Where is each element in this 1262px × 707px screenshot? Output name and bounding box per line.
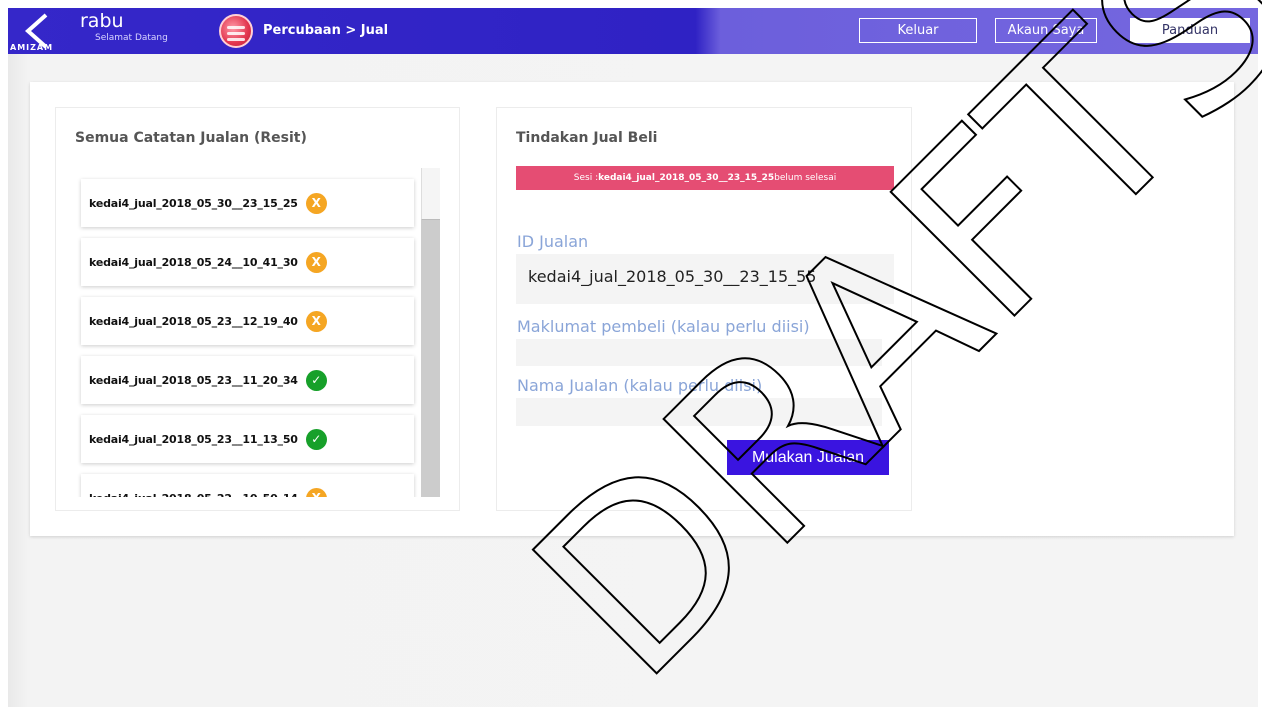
receipt-item[interactable]: kedai4_jual_2018_05_23__11_13_50 ✓ bbox=[81, 415, 414, 463]
breadcrumb: Percubaan > Jual bbox=[263, 23, 389, 38]
sale-id-value: kedai4_jual_2018_05_30__23_15_55 bbox=[528, 267, 817, 286]
receipt-item[interactable]: kedai4_jual_2018_05_23__12_19_40 X bbox=[81, 297, 414, 345]
session-banner-prefix: Sesi : bbox=[573, 173, 599, 183]
receipt-item[interactable]: kedai4_jual_2018_05_30__23_15_25 X bbox=[81, 179, 414, 227]
sale-name-label: Nama Jualan (kalau perlu diisi) bbox=[517, 376, 763, 395]
sales-action-panel: Tindakan Jual Beli Sesi : kedai4_jual_20… bbox=[496, 107, 912, 511]
session-warning-banner: Sesi : kedai4_jual_2018_05_30__23_15_25 … bbox=[516, 166, 894, 190]
sale-id-field: kedai4_jual_2018_05_30__23_15_55 bbox=[516, 254, 894, 304]
buyer-info-input[interactable] bbox=[516, 339, 882, 366]
check-status-icon: ✓ bbox=[305, 428, 327, 450]
scrollbar-thumb[interactable] bbox=[421, 168, 440, 220]
receipt-id: kedai4_jual_2018_05_30__23_15_25 bbox=[89, 196, 298, 210]
receipt-item[interactable]: kedai4_jual_2018_05_23__11_20_34 ✓ bbox=[81, 356, 414, 404]
pending-status-icon: X bbox=[305, 310, 327, 332]
receipt-item[interactable]: kedai4_jual_2018_05_22__10_50_14 X bbox=[81, 474, 414, 497]
receipt-id: kedai4_jual_2018_05_23__12_19_40 bbox=[89, 314, 298, 328]
logout-button[interactable]: Keluar bbox=[859, 18, 977, 43]
session-banner-id: kedai4_jual_2018_05_30__23_15_25 bbox=[598, 173, 775, 183]
page-background: AMIZAM rabu Selamat Datang Percubaan > J… bbox=[8, 8, 1258, 707]
guide-button[interactable]: Panduan bbox=[1130, 18, 1250, 43]
app-name: rabu bbox=[80, 10, 124, 32]
sales-action-title: Tindakan Jual Beli bbox=[516, 130, 658, 146]
receipt-id: kedai4_jual_2018_05_22__10_50_14 bbox=[89, 492, 298, 498]
top-navbar: AMIZAM rabu Selamat Datang Percubaan > J… bbox=[8, 8, 1258, 54]
buyer-info-label: Maklumat pembeli (kalau perlu diisi) bbox=[517, 317, 810, 336]
receipt-id: kedai4_jual_2018_05_23__11_20_34 bbox=[89, 373, 298, 387]
main-card: Semua Catatan Jualan (Resit) kedai4_jual… bbox=[30, 82, 1234, 536]
check-status-icon: ✓ bbox=[305, 369, 327, 391]
sale-id-label: ID Jualan bbox=[517, 232, 589, 251]
receipt-id: kedai4_jual_2018_05_24__10_41_30 bbox=[89, 255, 298, 269]
sale-name-input[interactable] bbox=[516, 398, 882, 426]
logo-text: AMIZAM bbox=[10, 43, 54, 52]
pending-status-icon: X bbox=[305, 192, 327, 214]
receipt-item[interactable]: kedai4_jual_2018_05_24__10_41_30 X bbox=[81, 238, 414, 286]
pending-status-icon: X bbox=[305, 487, 327, 497]
receipt-list: kedai4_jual_2018_05_30__23_15_25 X kedai… bbox=[75, 168, 440, 497]
start-sale-button[interactable]: Mulakan Jualan bbox=[727, 440, 889, 475]
pending-status-icon: X bbox=[305, 251, 327, 273]
receipt-id: kedai4_jual_2018_05_23__11_13_50 bbox=[89, 432, 298, 446]
receipts-panel: Semua Catatan Jualan (Resit) kedai4_jual… bbox=[55, 107, 460, 511]
receipts-panel-title: Semua Catatan Jualan (Resit) bbox=[75, 130, 307, 146]
session-banner-suffix: belum selesai bbox=[774, 173, 837, 183]
account-button[interactable]: Akaun Saya bbox=[995, 18, 1097, 43]
flag-icon bbox=[219, 14, 253, 48]
app-subtitle: Selamat Datang bbox=[95, 33, 168, 43]
